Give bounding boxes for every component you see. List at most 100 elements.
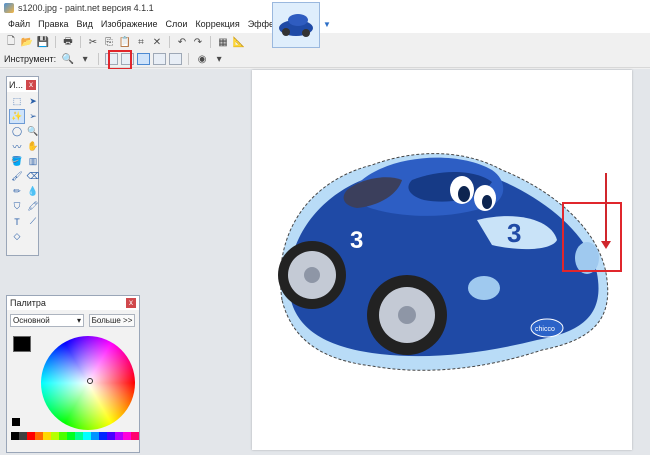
annotation-arrow-down-icon xyxy=(601,241,611,249)
crop-icon[interactable]: ⌗ xyxy=(134,35,148,49)
tool-grid: ⬚ ➤ ✨ ➢ ◯ 🔍 〰 ✋ 🪣 ▥ 🖌 ⌫ ✏ 💧 ⛉ 🖍 T ⟋ ◇ xyxy=(7,92,40,246)
palette-panel: Палитра x Основной ▾ Больше >> xyxy=(6,295,140,453)
shapes-icon[interactable]: ◇ xyxy=(10,230,24,243)
grid-icon[interactable]: ▦ xyxy=(216,35,230,49)
palette-mode-value: Основной xyxy=(13,316,50,325)
image-thumbnail-tab[interactable] xyxy=(272,2,320,48)
car-number-side: 3 xyxy=(350,227,363,254)
tools-panel-title: И... xyxy=(9,79,23,90)
deselect-icon[interactable]: ✕ xyxy=(150,35,164,49)
zoom-icon[interactable]: 🔍 xyxy=(26,125,40,138)
selection-exclude-mode[interactable] xyxy=(137,53,151,65)
swatch[interactable] xyxy=(83,432,91,440)
color-picker-icon[interactable]: 💧 xyxy=(26,185,40,198)
print-icon[interactable]: 🖶 xyxy=(61,35,75,49)
clone-stamp-icon[interactable]: ⛉ xyxy=(10,200,24,213)
menu-layers[interactable]: Слои xyxy=(162,16,192,33)
toolbar-divider xyxy=(169,36,170,48)
paintbrush-icon[interactable]: 🖌 xyxy=(10,170,24,183)
ruler-icon[interactable]: 📐 xyxy=(232,35,246,49)
lasso-icon[interactable]: 〰 xyxy=(10,140,24,153)
swatch[interactable] xyxy=(43,432,51,440)
undo-icon[interactable]: ↶ xyxy=(175,35,189,49)
menu-view[interactable]: Вид xyxy=(73,16,97,33)
swatch[interactable] xyxy=(107,432,115,440)
line-curve-icon[interactable]: ⟋ xyxy=(26,215,40,228)
toolbar-divider xyxy=(210,36,211,48)
menu-adjustments[interactable]: Коррекция xyxy=(191,16,243,33)
open-icon[interactable]: 📂 xyxy=(20,35,34,49)
palette-controls: Основной ▾ Больше >> xyxy=(7,310,139,331)
more-button[interactable]: Больше >> xyxy=(89,314,135,327)
eraser-icon[interactable]: ⌫ xyxy=(26,170,40,183)
gradient-icon[interactable]: ▥ xyxy=(26,155,40,168)
rectangle-select-icon[interactable]: ⬚ xyxy=(10,95,24,108)
recolor-icon[interactable]: 🖍 xyxy=(26,200,40,213)
tool-dropdown-icon[interactable]: ▾ xyxy=(78,52,92,66)
pan-icon[interactable]: ✋ xyxy=(26,140,40,153)
annotation-rectangle xyxy=(562,202,622,272)
move-selection-icon[interactable]: ➢ xyxy=(26,110,40,123)
tools-panel: И... x ⬚ ➤ ✨ ➢ ◯ 🔍 〰 ✋ 🪣 ▥ 🖌 ⌫ ✏ 💧 ⛉ 🖍 T… xyxy=(6,76,39,256)
cut-icon[interactable]: ✂ xyxy=(86,35,100,49)
paint-bucket-icon[interactable]: 🪣 xyxy=(10,155,24,168)
ellipse-select-icon[interactable]: ◯ xyxy=(10,125,24,138)
new-image-icon[interactable]: 🗋 xyxy=(4,35,18,49)
car-number-front: 3 xyxy=(507,218,521,248)
swatch[interactable] xyxy=(123,432,131,440)
toolbar-divider xyxy=(98,53,100,65)
magic-wand-tool-icon[interactable]: 🔍 xyxy=(61,52,75,66)
swatch[interactable] xyxy=(115,432,123,440)
swatch[interactable] xyxy=(99,432,107,440)
window-title: s1200.jpg - paint.net версия 4.1.1 xyxy=(18,3,154,13)
swatch[interactable] xyxy=(75,432,83,440)
toolbar-divider xyxy=(55,36,56,48)
paintnet-app-icon xyxy=(4,3,14,13)
swatch[interactable] xyxy=(19,432,27,440)
pencil-icon[interactable]: ✏ xyxy=(10,185,24,198)
swatch[interactable] xyxy=(51,432,59,440)
save-icon[interactable]: 💾 xyxy=(36,35,50,49)
primary-color-swatch[interactable] xyxy=(13,336,31,352)
copy-icon[interactable]: ⎘ xyxy=(102,35,116,49)
selection-invert-mode[interactable] xyxy=(169,53,183,65)
flood-mode-dropdown-icon[interactable]: ▾ xyxy=(212,52,226,66)
menu-image[interactable]: Изображение xyxy=(97,16,162,33)
swatch[interactable] xyxy=(67,432,75,440)
palette-mode-select[interactable]: Основной ▾ xyxy=(10,314,84,327)
swatch[interactable] xyxy=(35,432,43,440)
selection-intersect-mode[interactable] xyxy=(153,53,167,65)
swatch[interactable] xyxy=(11,432,19,440)
text-icon[interactable]: T xyxy=(10,215,24,228)
move-selected-icon[interactable]: ➤ xyxy=(26,95,40,108)
annotation-arrow-down-shaft xyxy=(605,173,607,243)
brand-logo: chicco xyxy=(535,326,555,333)
menu-edit[interactable]: Правка xyxy=(34,16,72,33)
swatch[interactable] xyxy=(27,432,35,440)
car-thumbnail-icon xyxy=(279,14,313,37)
tool-options-bar: Инструмент: 🔍 ▾ ◉ ▾ xyxy=(0,51,650,68)
toolbar-divider xyxy=(80,36,81,48)
chevron-down-icon: ▾ xyxy=(76,316,81,325)
palette-swatches xyxy=(11,432,139,440)
tools-panel-close-icon[interactable]: x xyxy=(26,79,36,90)
menu-file[interactable]: Файл xyxy=(4,16,34,33)
swatch[interactable] xyxy=(59,432,67,440)
tabs-dropdown-icon[interactable]: ▼ xyxy=(323,20,331,29)
palette-title: Палитра xyxy=(10,298,46,308)
annotation-highlight-box xyxy=(108,50,132,70)
redo-icon[interactable]: ↷ xyxy=(191,35,205,49)
magic-wand-icon[interactable]: ✨ xyxy=(9,109,25,124)
mini-color-swatch[interactable] xyxy=(12,418,20,426)
toolbar-divider xyxy=(188,53,190,65)
swatch[interactable] xyxy=(131,432,139,440)
swatch[interactable] xyxy=(91,432,99,440)
flood-mode-icon[interactable]: ◉ xyxy=(195,52,209,66)
tool-label: Инструмент: xyxy=(4,54,57,64)
main-toolbar: 🗋 📂 💾 🖶 ✂ ⎘ 📋 ⌗ ✕ ↶ ↷ ▦ 📐 xyxy=(0,33,266,51)
palette-header: Палитра x xyxy=(7,296,139,310)
color-wheel-cursor[interactable] xyxy=(87,378,93,384)
paste-icon[interactable]: 📋 xyxy=(118,35,132,49)
image-tabs: ▼ xyxy=(268,0,334,50)
palette-close-icon[interactable]: x xyxy=(126,298,136,308)
